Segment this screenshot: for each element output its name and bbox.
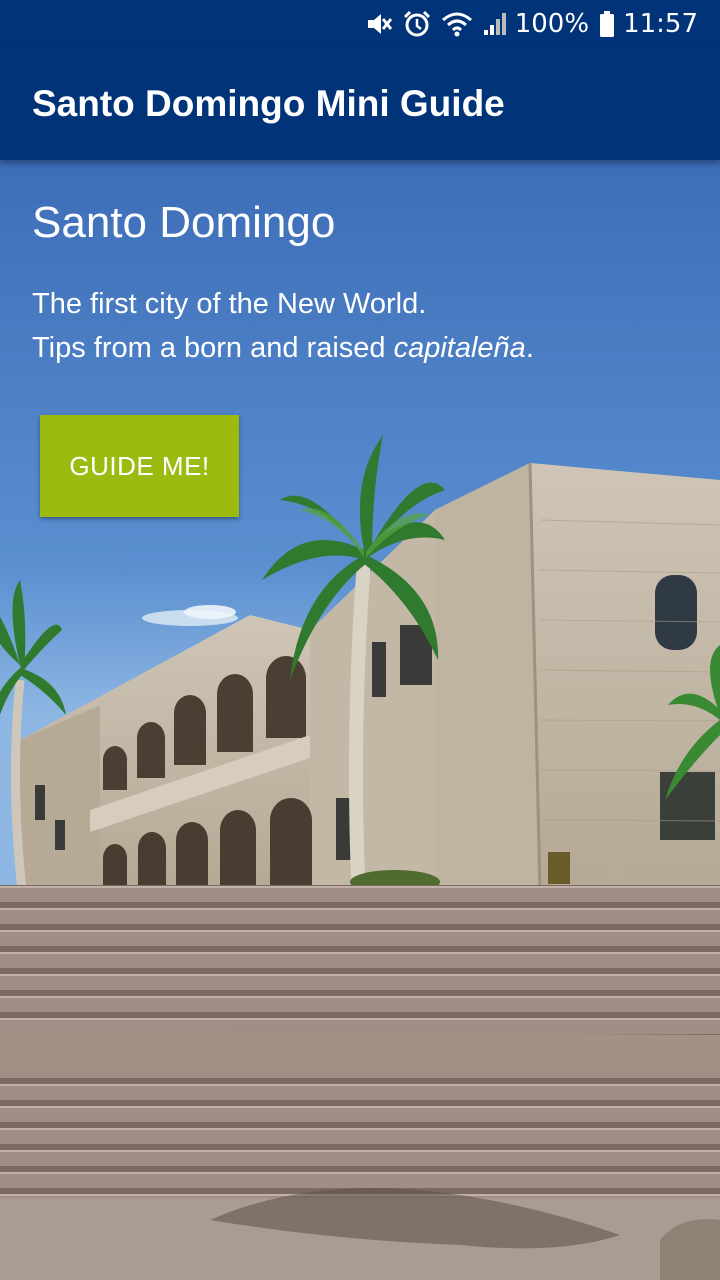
status-bar: 100% 11:57 <box>0 0 720 48</box>
app-title: Santo Domingo Mini Guide <box>32 83 505 124</box>
guide-me-button[interactable]: GUIDE ME! <box>40 415 239 517</box>
hero-tagline: The first city of the New World. Tips fr… <box>32 282 534 370</box>
tagline-line-2-suffix: . <box>525 332 534 364</box>
alarm-icon <box>403 10 431 38</box>
mute-icon <box>365 11 393 37</box>
clock: 11:57 <box>623 9 698 39</box>
tagline-line-1: The first city of the New World. <box>32 288 427 320</box>
wifi-icon <box>441 11 473 37</box>
tagline-line-2-emphasis: capitaleña <box>393 332 526 364</box>
tagline-line-2-prefix: Tips from a born and raised <box>32 332 394 364</box>
signal-icon <box>483 12 507 36</box>
hero-title: Santo Domingo <box>32 198 336 247</box>
hero-content: Santo Domingo The first city of the New … <box>32 198 534 370</box>
app-bar: Santo Domingo Mini Guide <box>0 48 720 160</box>
battery-icon <box>599 11 615 37</box>
battery-percent: 100% <box>514 9 590 39</box>
